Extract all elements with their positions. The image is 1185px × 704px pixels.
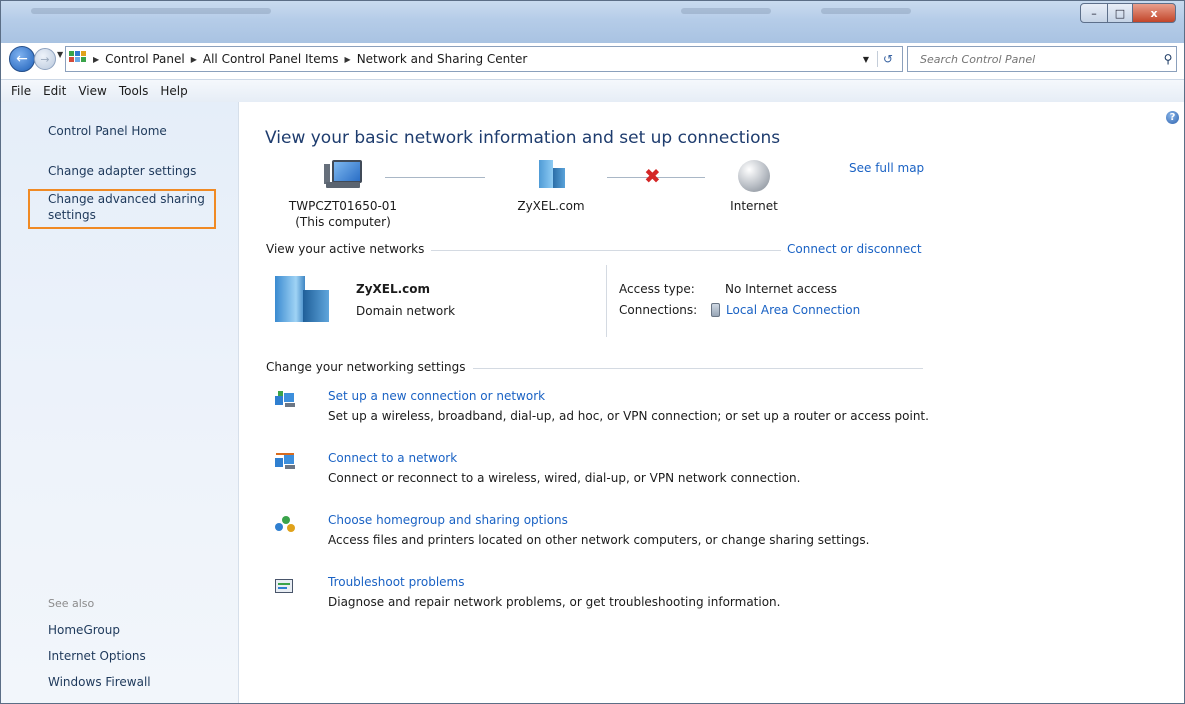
see-full-map-link[interactable]: See full map [849,161,924,175]
breadcrumb-network-sharing-center[interactable]: Network and Sharing Center [357,52,528,66]
title-bar[interactable]: – □ x [1,1,1184,43]
blurred-background-bar [681,8,771,14]
search-box[interactable]: ⚲ [907,46,1177,72]
local-area-connection-label: Local Area Connection [726,303,861,317]
section-divider [431,250,781,251]
network-name: ZyXEL.com [517,199,585,213]
setup-new-connection-description: Set up a wireless, broadband, dial-up, a… [328,409,929,423]
forward-arrow-icon: → [40,52,50,66]
computer-name: TWPCZT01650-01 [288,199,398,213]
sidebar-item-windows-firewall[interactable]: Windows Firewall [48,674,151,690]
sidebar-item-internet-options[interactable]: Internet Options [48,648,146,664]
search-input[interactable] [908,51,1160,67]
network-adapter-icon [711,303,720,317]
blurred-background-bar [31,8,271,14]
back-button[interactable]: ← [9,46,35,72]
homegroup-sharing-description: Access files and printers located on oth… [328,533,870,547]
map-connection-line [385,177,485,178]
map-node-network[interactable]: ZyXEL.com [501,160,601,214]
connections-label: Connections: [619,303,698,317]
menu-bar: File Edit View Tools Help [1,79,1184,103]
sidebar-item-control-panel-home[interactable]: Control Panel Home [48,123,167,139]
refresh-icon[interactable]: ↺ [877,51,898,67]
control-panel-icon [69,51,87,67]
homegroup-sharing-link[interactable]: Choose homegroup and sharing options [328,513,568,527]
main-content: ? View your basic network information an… [239,102,1184,703]
networking-settings-heading: Change your networking settings [266,360,466,374]
menu-view[interactable]: View [78,84,106,98]
domain-network-icon [275,274,331,322]
internet-label: Internet [730,199,778,213]
back-arrow-icon: ← [16,51,28,67]
access-type-value: No Internet access [725,282,838,296]
sidebar-item-homegroup[interactable]: HomeGroup [48,622,120,638]
section-divider [473,368,923,369]
globe-icon [738,160,770,192]
sidebar-item-change-advanced-sharing-settings[interactable]: Change advanced sharing settings [48,191,208,223]
active-networks-heading: View your active networks [266,242,425,256]
connect-or-disconnect-link[interactable]: Connect or disconnect [787,242,922,256]
close-button[interactable]: x [1132,3,1176,23]
see-also-heading: See also [48,597,95,610]
blurred-background-bar [821,8,911,14]
address-dropdown-icon[interactable]: ▼ [863,55,869,64]
address-bar-actions: ▼ ↺ [863,51,898,67]
troubleshoot-link[interactable]: Troubleshoot problems [328,575,464,589]
access-type-label: Access type: [619,282,695,296]
menu-help[interactable]: Help [160,84,187,98]
maximize-button[interactable]: □ [1107,3,1133,23]
network-building-icon [535,160,567,190]
menu-file[interactable]: File [11,84,31,98]
connect-to-network-description: Connect or reconnect to a wireless, wire… [328,471,801,485]
vertical-divider [606,265,607,337]
page-title: View your basic network information and … [265,128,781,148]
local-area-connection-link[interactable]: Local Area Connection [711,303,860,317]
connect-to-network-link[interactable]: Connect to a network [328,451,457,465]
breadcrumb-all-items[interactable]: All Control Panel Items [203,52,339,66]
connect-network-icon [275,453,297,471]
computer-icon [324,160,362,190]
computer-subtitle: (This computer) [295,215,391,229]
setup-new-connection-link[interactable]: Set up a new connection or network [328,389,545,403]
breadcrumb-separator-icon[interactable]: ▶ [93,55,99,64]
window-controls: – □ x [1080,3,1176,23]
active-network-name: ZyXEL.com [356,282,431,296]
forward-button[interactable]: → [34,48,56,70]
address-row: ← → ▼ ▶ Control Panel ▶ All Control Pane… [1,43,1184,79]
breadcrumb-separator-icon[interactable]: ▶ [191,55,197,64]
window: – □ x ← → ▼ ▶ Control Panel ▶ All Contro… [0,0,1185,704]
troubleshoot-icon [275,577,297,595]
new-connection-icon [275,391,297,409]
disconnected-x-icon: ✖ [644,164,661,188]
homegroup-icon [275,515,297,533]
sidebar-item-change-adapter-settings[interactable]: Change adapter settings [48,163,196,179]
menu-edit[interactable]: Edit [43,84,66,98]
help-icon[interactable]: ? [1166,111,1179,124]
minimize-button[interactable]: – [1080,3,1108,23]
breadcrumb-separator-icon[interactable]: ▶ [345,55,351,64]
breadcrumb-control-panel[interactable]: Control Panel [105,52,185,66]
address-bar[interactable]: ▶ Control Panel ▶ All Control Panel Item… [65,46,903,72]
search-icon[interactable]: ⚲ [1160,52,1176,66]
active-network-type: Domain network [356,304,456,318]
recent-pages-dropdown-icon[interactable]: ▼ [57,50,63,59]
menu-tools[interactable]: Tools [119,84,149,98]
troubleshoot-description: Diagnose and repair network problems, or… [328,595,781,609]
map-node-computer[interactable]: TWPCZT01650-01 (This computer) [283,160,403,230]
left-navigation-pane: Control Panel Home Change adapter settin… [1,102,239,703]
map-node-internet[interactable]: Internet [709,160,799,214]
